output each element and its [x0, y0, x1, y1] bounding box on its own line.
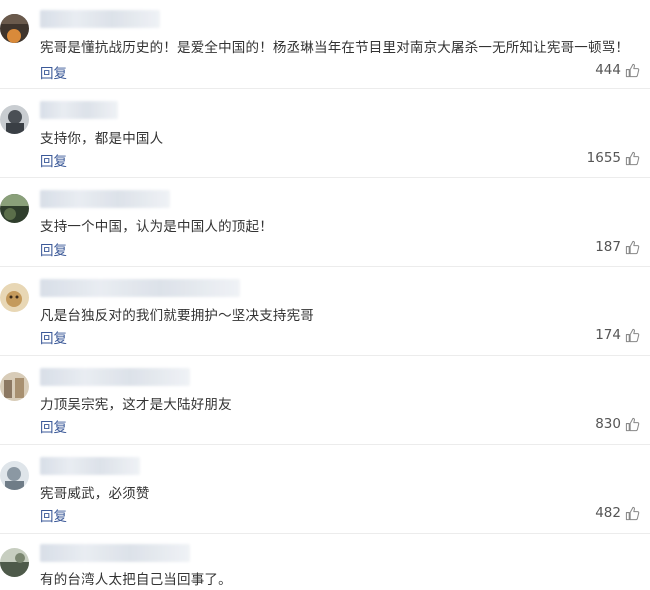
username-blurred[interactable] — [40, 190, 170, 208]
avatar-image — [0, 283, 29, 312]
like-button[interactable]: 187 — [595, 239, 640, 255]
username-blurred[interactable] — [40, 368, 190, 386]
avatar[interactable] — [0, 548, 29, 577]
comment-text: 支持一个中国，认为是中国人的顶起！ — [40, 219, 273, 235]
thumbs-up-icon — [625, 506, 640, 520]
avatar-image — [0, 194, 29, 223]
comment-item: 支持一个中国，认为是中国人的顶起！ 回复 187 — [0, 178, 650, 267]
thumbs-up-icon — [625, 151, 640, 165]
username-blurred[interactable] — [40, 279, 240, 297]
like-count: 830 — [595, 416, 621, 432]
like-count: 174 — [595, 327, 621, 343]
comment-item: 支持你，都是中国人 回复 1655 — [0, 89, 650, 178]
comment-item: 宪哥威武，必须赞 回复 482 — [0, 445, 650, 534]
like-button[interactable]: 830 — [595, 416, 640, 432]
username-blurred[interactable] — [40, 10, 160, 28]
thumbs-up-icon — [625, 328, 640, 342]
comment-item: 有的台湾人太把自己当回事了。 — [0, 534, 650, 590]
reply-button[interactable]: 回复 — [40, 416, 67, 436]
comment-text: 宪哥是懂抗战历史的！是爱全中国的！杨丞琳当年在节目里对南京大屠杀一无所知让宪哥一… — [40, 40, 630, 56]
reply-button[interactable]: 回复 — [40, 150, 67, 170]
avatar[interactable] — [0, 283, 29, 312]
comment-item: 宪哥是懂抗战历史的！是爱全中国的！杨丞琳当年在节目里对南京大屠杀一无所知让宪哥一… — [0, 0, 650, 89]
like-button[interactable]: 174 — [595, 327, 640, 343]
avatar-image — [0, 372, 29, 401]
avatar-image — [0, 14, 29, 43]
comment-text: 力顶吴宗宪，这才是大陆好朋友 — [40, 397, 232, 413]
thumbs-up-icon — [625, 240, 640, 254]
comment-item: 力顶吴宗宪，这才是大陆好朋友 回复 830 — [0, 356, 650, 445]
like-count: 187 — [595, 239, 621, 255]
like-count: 482 — [595, 505, 621, 521]
reply-button[interactable]: 回复 — [40, 62, 67, 82]
avatar-image — [0, 548, 29, 577]
avatar[interactable] — [0, 105, 29, 134]
like-button[interactable]: 444 — [595, 62, 640, 78]
comment-list: 宪哥是懂抗战历史的！是爱全中国的！杨丞琳当年在节目里对南京大屠杀一无所知让宪哥一… — [0, 0, 650, 590]
like-count: 1655 — [586, 150, 621, 166]
comment-text: 有的台湾人太把自己当回事了。 — [40, 572, 232, 588]
avatar[interactable] — [0, 372, 29, 401]
avatar[interactable] — [0, 194, 29, 223]
comment-item: 凡是台独反对的我们就要拥护～坚决支持宪哥 回复 174 — [0, 267, 650, 356]
like-button[interactable]: 1655 — [587, 150, 640, 166]
comment-text: 支持你，都是中国人 — [40, 131, 164, 147]
avatar[interactable] — [0, 461, 29, 490]
avatar[interactable] — [0, 14, 29, 43]
reply-button[interactable]: 回复 — [40, 239, 67, 259]
reply-button[interactable]: 回复 — [40, 505, 67, 525]
reply-button[interactable]: 回复 — [40, 327, 67, 347]
username-blurred[interactable] — [40, 457, 140, 475]
thumbs-up-icon — [625, 63, 640, 77]
like-button[interactable]: 482 — [595, 505, 640, 521]
avatar-image — [0, 461, 29, 490]
avatar-image — [0, 105, 29, 134]
thumbs-up-icon — [625, 417, 640, 431]
username-blurred[interactable] — [40, 544, 190, 562]
like-count: 444 — [595, 62, 621, 78]
comment-text: 宪哥威武，必须赞 — [40, 486, 150, 502]
username-blurred[interactable] — [40, 101, 118, 119]
comment-text: 凡是台独反对的我们就要拥护～坚决支持宪哥 — [40, 308, 314, 324]
